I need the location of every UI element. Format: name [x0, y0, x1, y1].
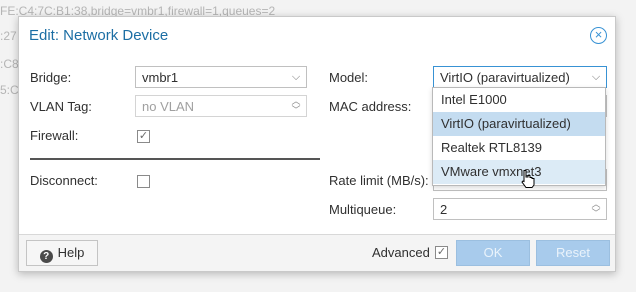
bridge-value: vmbr1 — [142, 70, 179, 85]
disconnect-label: Disconnect: — [30, 173, 98, 188]
advanced-label: Advanced — [372, 245, 430, 260]
multiqueue-label: Multiqueue: — [329, 202, 397, 217]
firewall-checkbox[interactable]: ✓ — [137, 130, 150, 143]
chevron-down-icon[interactable]: ⌵ — [590, 70, 602, 84]
dialog-title: Edit: Network Device — [29, 27, 169, 44]
mac-address-label: MAC address: — [329, 99, 412, 114]
advanced-checkbox[interactable]: ✓ — [435, 246, 448, 259]
reset-button[interactable]: Reset — [536, 240, 610, 266]
vlan-tag-field[interactable]: no VLAN ︿ ﹀ — [135, 95, 307, 117]
help-button[interactable]: ? Help — [26, 240, 98, 266]
dialog-titlebar[interactable]: Edit: Network Device × — [19, 17, 615, 53]
spinner-arrows-icon[interactable]: ︿ ﹀ — [590, 200, 602, 218]
model-option-realtek[interactable]: Realtek RTL8139 — [433, 136, 605, 160]
multiqueue-field[interactable]: 2 ︿ ﹀ — [433, 198, 607, 220]
model-label: Model: — [329, 70, 369, 85]
model-value: VirtIO (paravirtualized) — [440, 70, 570, 85]
rate-limit-label: Rate limit (MB/s): — [329, 173, 429, 188]
question-circle-icon: ? — [39, 250, 53, 263]
chevron-down-icon[interactable]: ⌵ — [290, 70, 302, 84]
help-label: Help — [57, 245, 85, 260]
close-icon[interactable]: × — [590, 27, 607, 44]
model-option-intel-e1000[interactable]: Intel E1000 — [433, 88, 605, 112]
section-divider — [30, 158, 320, 160]
model-select[interactable]: VirtIO (paravirtualized) ⌵ — [433, 66, 607, 88]
background-config-line: :C8 — [0, 57, 19, 71]
vlan-tag-placeholder: no VLAN — [142, 99, 195, 114]
disconnect-checkbox[interactable] — [137, 175, 150, 188]
multiqueue-value: 2 — [440, 202, 448, 217]
model-option-virtio[interactable]: VirtIO (paravirtualized) — [433, 112, 605, 136]
spinner-arrows-icon[interactable]: ︿ ﹀ — [290, 97, 302, 115]
hand-pointer-cursor-icon — [521, 170, 535, 188]
bridge-select[interactable]: vmbr1 ⌵ — [135, 66, 307, 88]
bridge-label: Bridge: — [30, 70, 72, 85]
firewall-label: Firewall: — [30, 128, 79, 143]
ok-button[interactable]: OK — [456, 240, 530, 266]
background-config-line: :27 — [0, 29, 17, 43]
vlan-tag-label: VLAN Tag: — [30, 99, 92, 114]
dialog-footer: ? Help Advanced ✓ OK Reset — [19, 234, 615, 271]
